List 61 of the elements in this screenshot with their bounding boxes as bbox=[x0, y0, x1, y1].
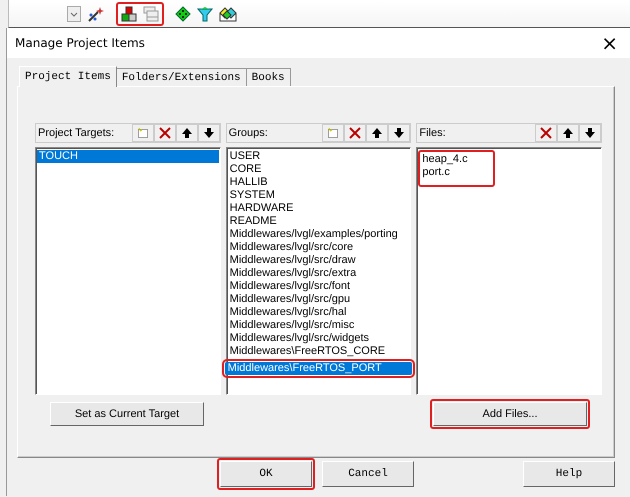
diamond-icon[interactable] bbox=[175, 6, 191, 22]
window-title: Manage Project Items bbox=[15, 36, 145, 50]
dropdown-icon[interactable] bbox=[67, 6, 81, 22]
arrow-down-icon bbox=[393, 127, 406, 139]
delete-icon bbox=[540, 127, 552, 139]
arrow-up-icon bbox=[180, 127, 193, 139]
move-up-button[interactable] bbox=[366, 124, 388, 142]
panel-title: Files: bbox=[419, 127, 446, 139]
list-item[interactable]: Middlewares/lvgl/src/misc bbox=[228, 319, 410, 332]
blocks-icon[interactable] bbox=[121, 6, 137, 22]
list-item[interactable]: Middlewares\FreeRTOS_CORE bbox=[228, 345, 410, 358]
list-item[interactable]: CORE bbox=[228, 163, 410, 176]
close-button[interactable]: × bbox=[597, 33, 622, 53]
list-item[interactable]: port.c bbox=[420, 166, 490, 179]
panel-title: Groups: bbox=[228, 127, 268, 139]
magic-wand-icon[interactable] bbox=[87, 4, 105, 22]
delete-button[interactable] bbox=[344, 124, 366, 142]
list-item[interactable]: TOUCH bbox=[37, 150, 219, 163]
new-item-icon bbox=[327, 127, 340, 139]
list-item[interactable]: Middlewares/lvgl/src/gpu bbox=[228, 293, 410, 306]
arrow-down-icon bbox=[584, 127, 596, 139]
panel-title: Project Targets: bbox=[38, 127, 114, 139]
dialog-button[interactable]: Help bbox=[523, 461, 615, 487]
list-item[interactable]: HARDWARE bbox=[228, 202, 410, 215]
move-down-button[interactable] bbox=[388, 124, 410, 142]
arrow-down-icon bbox=[202, 127, 215, 139]
move-down-button[interactable] bbox=[198, 124, 220, 142]
list-item[interactable]: Middlewares/lvgl/src/hal bbox=[228, 306, 410, 319]
funnel-icon[interactable] bbox=[197, 6, 213, 22]
panel-button[interactable]: Set as Current Target bbox=[50, 402, 204, 426]
list-item[interactable]: SYSTEM bbox=[228, 189, 410, 202]
list-item[interactable]: Middlewares\FreeRTOS_PORT bbox=[224, 362, 412, 375]
diamonds-icon[interactable] bbox=[219, 6, 237, 22]
list-item[interactable]: Middlewares/lvgl/src/extra bbox=[228, 267, 410, 280]
list-item[interactable]: Middlewares/lvgl/src/widgets bbox=[228, 332, 410, 345]
delete-button[interactable] bbox=[535, 124, 558, 142]
arrow-up-icon bbox=[562, 127, 574, 139]
panel-button[interactable]: Add Files... bbox=[433, 402, 587, 426]
list-item[interactable]: Middlewares/lvgl/src/core bbox=[228, 241, 410, 254]
list-item[interactable]: Middlewares/lvgl/src/draw bbox=[228, 254, 410, 267]
arrow-up-icon bbox=[371, 127, 384, 139]
list-item[interactable]: heap_4.c bbox=[420, 153, 490, 166]
list-item[interactable]: README bbox=[228, 215, 410, 228]
new-item-button[interactable] bbox=[322, 124, 344, 142]
move-down-button[interactable] bbox=[579, 124, 602, 142]
delete-button[interactable] bbox=[154, 124, 176, 142]
list-item[interactable]: HALLIB bbox=[228, 176, 410, 189]
dialog-button[interactable]: OK bbox=[220, 461, 312, 487]
new-item-icon bbox=[136, 127, 149, 139]
move-up-button[interactable] bbox=[176, 124, 198, 142]
delete-icon bbox=[158, 127, 171, 139]
list-item[interactable]: USER bbox=[228, 150, 410, 163]
tab[interactable]: Books bbox=[246, 68, 291, 86]
list-item[interactable]: Middlewares/lvgl/src/font bbox=[228, 280, 410, 293]
dialog-button[interactable]: Cancel bbox=[322, 461, 414, 487]
new-item-button[interactable] bbox=[132, 124, 154, 142]
tab[interactable]: Project Items bbox=[19, 66, 117, 87]
list-item[interactable]: Middlewares/lvgl/examples/porting bbox=[228, 228, 410, 241]
move-up-button[interactable] bbox=[557, 124, 580, 142]
stacked-windows-icon[interactable] bbox=[143, 6, 159, 22]
delete-icon bbox=[349, 127, 362, 139]
